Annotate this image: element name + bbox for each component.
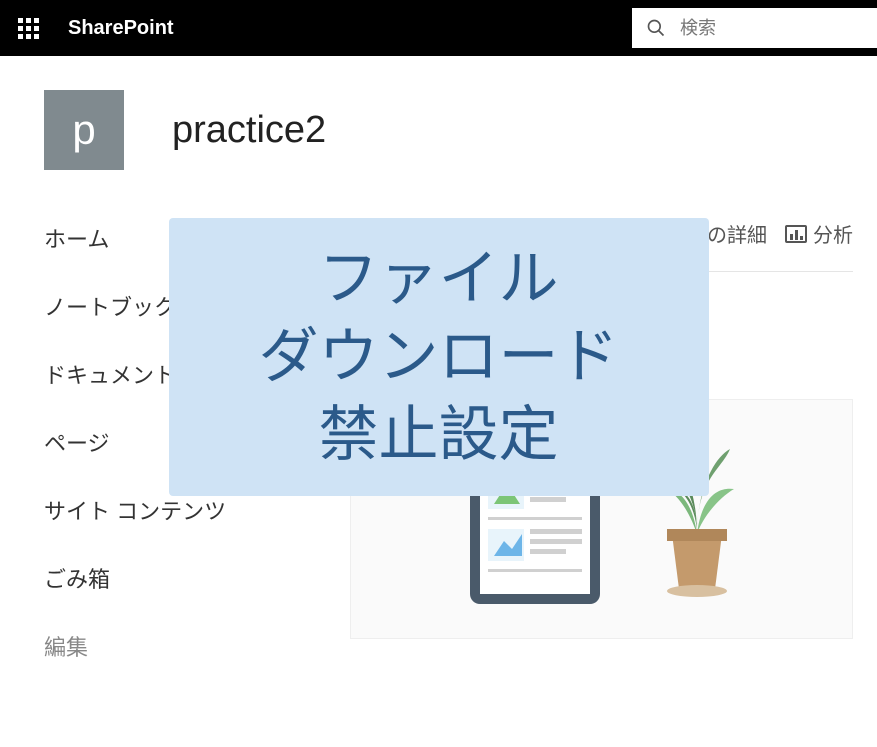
analytics-label: 分析 [813, 219, 853, 248]
nav-item-recycle-bin[interactable]: ごみ箱 [44, 544, 330, 612]
analytics-icon [785, 225, 807, 243]
nav-edit-link[interactable]: 編集 [44, 612, 330, 680]
app-launcher-button[interactable] [0, 0, 56, 56]
overlay-line-1: ファイル [209, 240, 669, 318]
overlay-line-2: ダウンロード [209, 318, 669, 396]
overlay-annotation: ファイル ダウンロード 禁止設定 [169, 218, 709, 496]
site-header: p practice2 [0, 56, 877, 204]
app-name-label: SharePoint [68, 17, 174, 40]
site-logo[interactable]: p [44, 90, 124, 170]
waffle-icon [18, 18, 39, 39]
analytics-button[interactable]: 分析 [785, 219, 853, 248]
search-input[interactable] [680, 18, 850, 39]
search-icon [646, 18, 666, 38]
overlay-line-3: 禁止設定 [209, 396, 669, 474]
site-title: practice2 [172, 109, 326, 152]
global-topbar: SharePoint [0, 0, 877, 56]
search-box[interactable] [632, 8, 877, 48]
